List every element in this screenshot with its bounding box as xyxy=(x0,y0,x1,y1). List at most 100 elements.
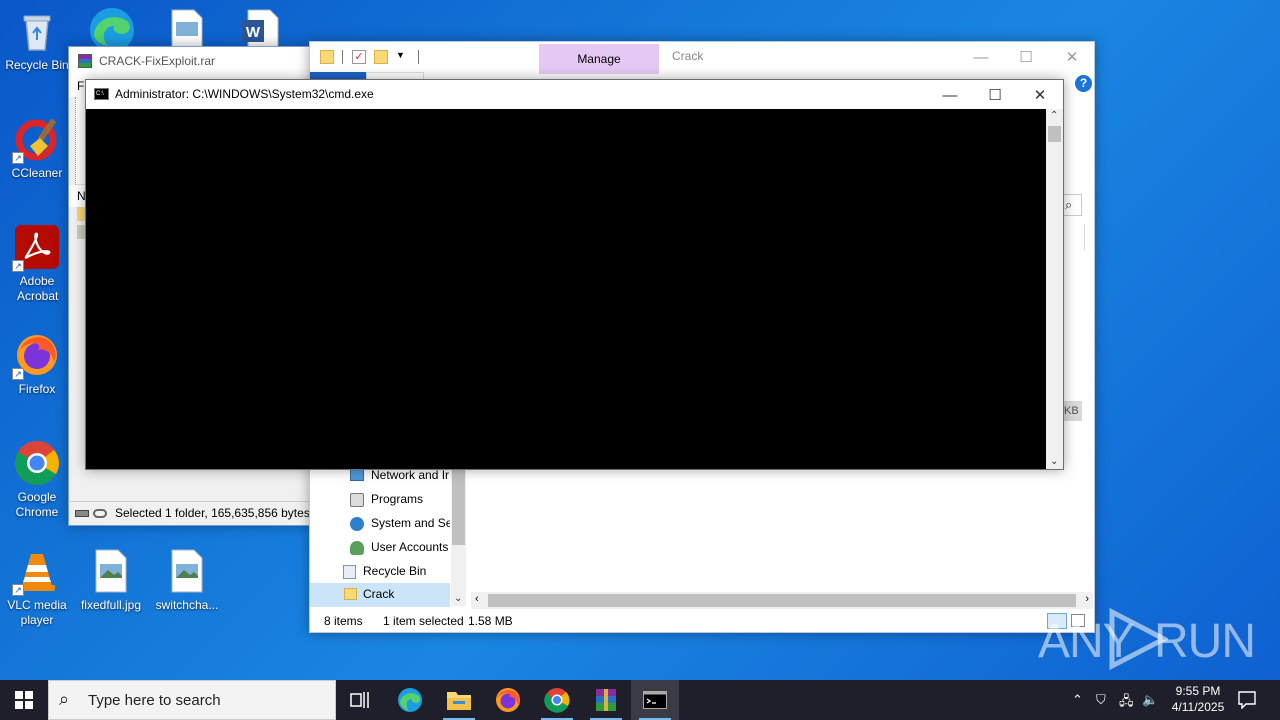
desktop-icon-switchcha[interactable]: switchcha... xyxy=(151,548,223,613)
start-button[interactable] xyxy=(0,680,48,720)
winrar-title: CRACK-FixExploit.rar xyxy=(99,54,216,68)
desktop-icon-vlc[interactable]: ↗ VLC media player xyxy=(1,548,73,628)
navigation-pane: Network and Ir Programs System and Se Us… xyxy=(310,465,466,607)
file-explorer-icon xyxy=(447,692,471,710)
nav-pane-scrollbar[interactable]: ⌄ xyxy=(451,465,466,606)
taskbar-file-explorer[interactable] xyxy=(435,680,483,720)
cmd-titlebar[interactable]: C:\ Administrator: C:\WINDOWS\System32\c… xyxy=(86,80,1063,109)
maximize-button[interactable]: ☐ xyxy=(1003,42,1049,72)
file-size-cell: KB xyxy=(1062,401,1082,421)
close-button[interactable]: ✕ xyxy=(1049,42,1095,72)
desktop-icon-ccleaner[interactable]: ↗ CCleaner xyxy=(1,116,73,181)
volume-icon[interactable]: 🔈 xyxy=(1142,692,1158,708)
content-horizontal-scrollbar[interactable]: ‹ › xyxy=(471,592,1093,609)
close-button[interactable]: ✕ xyxy=(1017,80,1063,110)
google-chrome-icon xyxy=(544,688,570,713)
taskbar-clock[interactable]: 9:55 PM 4/11/2025 xyxy=(1160,683,1236,717)
cmd-scroll-thumb[interactable] xyxy=(1048,126,1061,142)
drive-icon xyxy=(75,510,89,517)
desktop-icon-image-partial[interactable] xyxy=(170,8,204,49)
console-output-area[interactable] xyxy=(86,109,1047,469)
desktop-icon-google-chrome[interactable]: Google Chrome xyxy=(1,440,73,520)
minimize-button[interactable]: — xyxy=(927,80,973,110)
status-item-count: 8 items xyxy=(324,614,363,628)
taskbar: ⌕ Type here to search ⌃ ⛉ 🖧 🔈 9:55 PM 4/… xyxy=(0,680,1280,720)
help-icon[interactable]: ? xyxy=(1075,75,1092,92)
recycle-bin-icon xyxy=(343,565,356,579)
shortcut-arrow-icon: ↗ xyxy=(12,152,24,164)
clock-date: 4/11/2025 xyxy=(1171,700,1225,714)
cmd-vertical-scrollbar[interactable]: ⌃ ⌄ xyxy=(1046,109,1063,469)
task-view-button[interactable] xyxy=(336,680,384,720)
edge-icon xyxy=(90,8,134,52)
scroll-down-arrow-icon[interactable]: ⌄ xyxy=(1050,456,1058,467)
desktop-icon-adobe-acrobat[interactable]: ↗ Adobe Acrobat xyxy=(1,224,73,304)
taskbar-search-box[interactable]: ⌕ Type here to search xyxy=(48,680,336,720)
windows-logo-icon xyxy=(15,691,33,709)
maximize-button[interactable]: ☐ xyxy=(972,80,1018,110)
desktop-icon-label: CCleaner xyxy=(11,166,63,180)
nav-item-programs[interactable]: Programs xyxy=(310,489,450,513)
cmd-window[interactable]: C:\ Administrator: C:\WINDOWS\System32\c… xyxy=(85,79,1064,470)
key-icon xyxy=(93,509,107,518)
taskbar-chrome[interactable] xyxy=(533,680,581,720)
desktop-icon-label: VLC media player xyxy=(7,598,67,627)
desktop-icon-firefox[interactable]: ↗ Firefox xyxy=(1,332,73,397)
user-accounts-icon xyxy=(350,541,364,555)
shortcut-arrow-icon: ↗ xyxy=(12,368,24,380)
winrar-icon xyxy=(596,689,616,711)
desktop-icon-recycle-bin[interactable]: Recycle Bin xyxy=(1,8,73,73)
image-file-icon xyxy=(88,548,134,594)
ribbon-tab-manage[interactable]: Manage xyxy=(539,44,659,74)
explorer-quick-access-toolbar: ✓ ▼ xyxy=(318,48,428,68)
ribbon-tab-manage-label: Manage xyxy=(577,52,621,66)
desktop-icon-fixedfull-jpg[interactable]: fixedfull.jpg xyxy=(75,548,147,613)
ccleaner-icon: ↗ xyxy=(12,116,60,164)
minimize-button[interactable]: — xyxy=(958,42,1004,72)
new-folder-icon[interactable] xyxy=(374,50,388,64)
nav-item-system-security[interactable]: System and Se xyxy=(310,513,450,537)
explorer-title: Crack xyxy=(672,49,704,63)
nav-pane-scroll-thumb[interactable] xyxy=(452,465,465,545)
image-file-icon xyxy=(171,9,203,49)
search-box[interactable]: ⌕ xyxy=(1062,194,1082,216)
scroll-right-arrow-icon[interactable]: › xyxy=(1085,593,1089,605)
show-hidden-icons-chevron-icon[interactable]: ⌃ xyxy=(1072,692,1083,708)
svg-text:W: W xyxy=(246,24,261,41)
taskbar-firefox[interactable] xyxy=(484,680,532,720)
help-label: ? xyxy=(1079,76,1088,90)
scroll-up-arrow-icon[interactable]: ⌃ xyxy=(1050,110,1058,121)
search-icon: ⌕ xyxy=(1065,197,1073,212)
divider xyxy=(342,50,343,64)
nav-item-label: Programs xyxy=(371,492,424,506)
desktop-icon-label: Recycle Bin xyxy=(5,58,69,72)
nav-item-label: System and Se xyxy=(371,516,450,530)
desktop-icon-edge-partial[interactable] xyxy=(86,4,138,52)
cmd-title: Administrator: C:\WINDOWS\System32\cmd.e… xyxy=(115,87,374,101)
edge-icon xyxy=(398,688,422,712)
nav-item-user-accounts[interactable]: User Accounts xyxy=(310,537,450,561)
anyrun-watermark: ANY RUN xyxy=(1038,606,1256,672)
customize-dropdown-icon[interactable]: ▼ xyxy=(396,50,405,60)
scroll-left-arrow-icon[interactable]: ‹ xyxy=(475,593,479,605)
network-icon[interactable]: 🖧 xyxy=(1119,692,1134,714)
winrar-titlebar[interactable]: CRACK-FixExploit.rar xyxy=(69,47,311,75)
desktop-icon-word-partial[interactable]: W xyxy=(240,8,280,49)
nav-item-crack[interactable]: Crack xyxy=(310,583,450,607)
nav-item-label: User Accounts xyxy=(371,540,449,554)
security-shield-icon[interactable]: ⛉ xyxy=(1096,692,1106,708)
shortcut-arrow-icon: ↗ xyxy=(12,584,24,596)
folder-icon[interactable] xyxy=(320,50,334,64)
taskbar-cmd[interactable] xyxy=(631,680,679,720)
properties-icon[interactable]: ✓ xyxy=(352,50,366,64)
taskbar-edge[interactable] xyxy=(386,680,434,720)
recycle-bin-icon xyxy=(14,8,60,54)
horizontal-scroll-thumb[interactable] xyxy=(488,594,1076,607)
cmd-app-icon: C:\ xyxy=(94,88,109,100)
scroll-down-arrow-icon[interactable]: ⌄ xyxy=(454,593,462,604)
clock-time: 9:55 PM xyxy=(1175,684,1221,698)
nav-item-recycle-bin[interactable]: Recycle Bin xyxy=(310,561,450,585)
action-center-button[interactable] xyxy=(1238,691,1256,712)
taskbar-winrar[interactable] xyxy=(582,680,630,720)
file-size-label: KB xyxy=(1064,405,1079,417)
